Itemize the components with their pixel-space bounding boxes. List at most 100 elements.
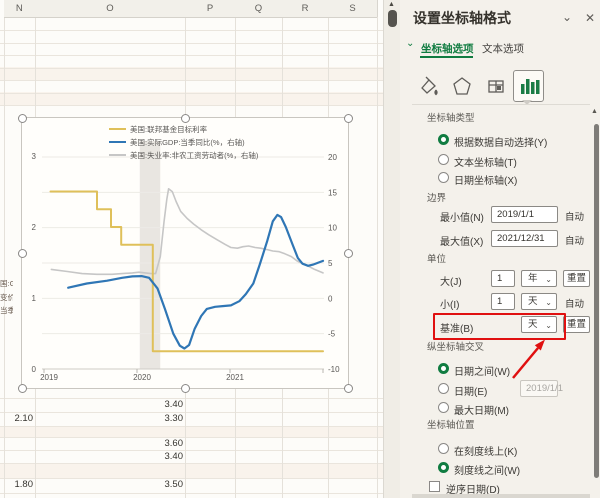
- column-header-Q[interactable]: Q: [235, 0, 282, 18]
- radio-on-ticks-label: 在刻度线上(K): [454, 447, 518, 458]
- effects-icon[interactable]: [450, 74, 474, 98]
- left-axis-label[interactable]: 2: [32, 223, 37, 232]
- crosses-date-input[interactable]: 2019/1/1: [520, 380, 563, 397]
- selection-handle[interactable]: [18, 249, 27, 258]
- scrollbar-thumb[interactable]: [388, 10, 397, 27]
- left-axis-label[interactable]: 1: [32, 294, 37, 303]
- sheet-cell[interactable]: 3.60: [143, 438, 184, 450]
- sheet-cell[interactable]: 3.40: [143, 451, 184, 463]
- selection-handle[interactable]: [18, 114, 27, 123]
- column-header-S[interactable]: S: [328, 0, 377, 18]
- column-header-N[interactable]: N: [3, 0, 35, 18]
- min-value-input[interactable]: 2019/1/1: [491, 206, 558, 223]
- radio-between-ticks-label: 刻度线之间(W): [454, 466, 521, 477]
- left-axis-label[interactable]: 3: [32, 152, 37, 161]
- tab-underline: [420, 56, 473, 58]
- max-auto-button[interactable]: 自动: [565, 233, 584, 247]
- section-axis-position: 坐标轴位置: [427, 420, 475, 431]
- sheet-cell[interactable]: 3.50: [143, 479, 184, 491]
- sheet-cell[interactable]: 1.80: [0, 479, 34, 491]
- series-line[interactable]: [49, 190, 324, 353]
- x-axis-label[interactable]: 2020: [133, 373, 151, 382]
- sheet-cell[interactable]: 3.40: [143, 399, 184, 411]
- excel-window: NOPQRS 3.402.103.303.603.401.803.50 国:GD…: [0, 0, 600, 498]
- right-axis-label[interactable]: 15: [328, 188, 337, 197]
- selection-handle[interactable]: [344, 384, 353, 393]
- chart-bars-icon: [521, 79, 540, 94]
- dropdown-arrow-icon: ⌄: [545, 275, 552, 284]
- right-axis-label[interactable]: -5: [328, 330, 336, 339]
- axis-options-icon-selected[interactable]: [513, 70, 544, 102]
- selection-handle[interactable]: [181, 114, 190, 123]
- max-value-input[interactable]: 2021/12/31: [491, 230, 558, 247]
- row-gridline: [0, 450, 383, 451]
- series-line[interactable]: [67, 213, 325, 350]
- header-separator: [377, 0, 378, 17]
- reverse-dates-checkbox[interactable]: [429, 481, 440, 492]
- collapse-icon[interactable]: ⌄: [562, 10, 572, 24]
- minor-unit-dropdown[interactable]: 天 ⌄: [521, 293, 557, 310]
- chart-object[interactable]: 3 2 1 0 20 15 10 5 0 -5 -10 2019 2020 2021 美国:联邦基金目标利…: [18, 114, 353, 393]
- radio-text-axis-label: 文本坐标轴(T): [454, 158, 517, 169]
- pane-title: 设置坐标轴格式: [413, 10, 511, 26]
- minor-unit-input[interactable]: 1: [491, 293, 515, 310]
- selection-handle[interactable]: [18, 384, 27, 393]
- right-axis-label[interactable]: 10: [328, 224, 337, 233]
- column-header-O[interactable]: O: [35, 0, 185, 18]
- fill-line-icon[interactable]: [416, 74, 440, 98]
- radio-auto-select-label: 根据数据自动选择(Y): [454, 138, 548, 149]
- tab-text-options[interactable]: 文本选项: [482, 41, 524, 56]
- legend-item[interactable]: 美国:实际GDP:当季同比(%，右轴): [109, 137, 245, 147]
- column-gridline: [3, 17, 5, 498]
- right-axis-label[interactable]: 5: [328, 259, 333, 268]
- sheet-cell[interactable]: 2.10: [0, 413, 34, 425]
- row-gridline: [0, 463, 383, 464]
- right-axis-label[interactable]: 0: [328, 294, 333, 303]
- radio-on-ticks[interactable]: [438, 443, 449, 454]
- column-header-P[interactable]: P: [185, 0, 235, 18]
- series-line[interactable]: [50, 188, 324, 276]
- close-icon[interactable]: ✕: [585, 11, 595, 25]
- radio-at-date[interactable]: [438, 383, 449, 394]
- right-axis-label[interactable]: 20: [328, 153, 337, 162]
- major-unit-dropdown[interactable]: 年 ⌄: [521, 270, 557, 287]
- clipped-text-fragment: 变价:支: [0, 293, 13, 302]
- pane-scroll-up-icon[interactable]: ▲: [591, 108, 598, 115]
- selection-handle[interactable]: [181, 384, 190, 393]
- x-axis-label[interactable]: 2019: [40, 373, 58, 382]
- row-shading-band: [0, 426, 383, 437]
- column-header-R[interactable]: R: [282, 0, 328, 18]
- radio-text-axis[interactable]: [438, 154, 449, 165]
- pane-scrollbar-thumb[interactable]: [594, 124, 599, 478]
- tab-axis-options[interactable]: 坐标轴选项: [421, 41, 474, 56]
- selection-handle[interactable]: [344, 249, 353, 258]
- legend-swatch: [109, 128, 126, 130]
- max-label: 最大值(X): [440, 237, 484, 248]
- right-axis-label[interactable]: -10: [328, 365, 340, 374]
- legend-item[interactable]: 美国:联邦基金目标利率: [109, 124, 207, 134]
- radio-between-ticks[interactable]: [438, 462, 449, 473]
- radio-date-axis[interactable]: [438, 172, 449, 183]
- major-unit-input[interactable]: 1: [491, 270, 515, 287]
- radio-max-date[interactable]: [438, 402, 449, 413]
- legend-item[interactable]: 美国:失业率:非农工资劳动者(%，右轴): [109, 150, 258, 160]
- radio-auto-select[interactable]: [438, 134, 449, 145]
- major-reset-button[interactable]: 重置: [563, 270, 590, 287]
- scroll-up-icon[interactable]: ▲: [388, 1, 395, 8]
- row-gridline: [0, 493, 383, 494]
- left-axis-label[interactable]: 0: [32, 365, 37, 374]
- radio-date-axis-label: 日期坐标轴(X): [454, 176, 518, 187]
- row-gridline: [0, 92, 383, 94]
- sheet-vertical-scrollbar[interactable]: ▲: [383, 0, 400, 498]
- size-properties-icon[interactable]: [484, 74, 508, 98]
- sheet-cell[interactable]: 3.30: [143, 413, 184, 425]
- base-reset-button[interactable]: 重置: [563, 316, 590, 333]
- radio-at-date-label: 日期(E): [454, 387, 488, 398]
- x-axis-label[interactable]: 2021: [226, 373, 244, 382]
- selection-handle[interactable]: [344, 114, 353, 123]
- minor-auto-button[interactable]: 自动: [565, 296, 584, 310]
- min-auto-button[interactable]: 自动: [565, 209, 584, 223]
- radio-between-dates[interactable]: [438, 363, 449, 374]
- row-gridline: [0, 80, 383, 81]
- section-bounds: 边界: [427, 193, 447, 204]
